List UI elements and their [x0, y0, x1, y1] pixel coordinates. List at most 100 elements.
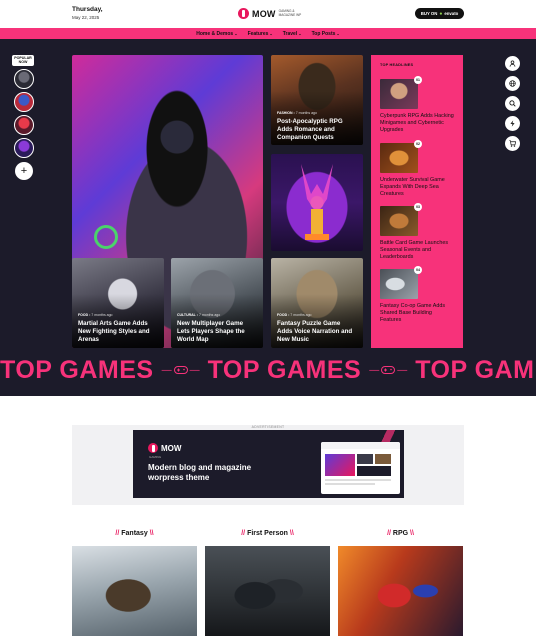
story-avatar[interactable] [14, 92, 34, 112]
top-header: Thursday, May 22, 2025 MOW GAMING & MAGA… [0, 0, 536, 28]
ad-logo-tagline: GAMING [149, 455, 162, 459]
article-card[interactable]: CULTURAL • 7 months ago New Multiplayer … [171, 258, 263, 348]
advertisement-section: ADVERTISEMENT MOW GAMING Modern blog and… [72, 425, 464, 505]
category-name: Fantasy [121, 530, 148, 537]
category-name: First Person [247, 530, 288, 537]
headline-item[interactable]: 02 Underwater Survival Game Expands With… [380, 140, 454, 197]
card-meta: FOOD • 7 months ago [78, 313, 113, 317]
hacker-emblem-icon [94, 225, 118, 249]
nav-label: Home & Demos [196, 30, 234, 37]
card-title[interactable]: Fantasy Puzzle Game Adds Voice Narration… [277, 320, 357, 343]
ad-banner[interactable]: MOW GAMING Modern blog and magazine worp… [133, 430, 404, 498]
card-time: 7 months ago [198, 313, 221, 317]
headline-title[interactable]: Battle Card Game Launches Seasonal Event… [380, 240, 454, 260]
nav-item-features[interactable]: Features ⌄ [248, 31, 273, 37]
slash-decor: \\ [410, 530, 414, 537]
nav-label: Features [247, 30, 269, 37]
card-category: FASHION [277, 111, 293, 115]
article-card[interactable]: FOOD • 7 months ago Martial Arts Game Ad… [72, 258, 164, 348]
headline-rank: 03 [414, 203, 422, 211]
category-image[interactable] [72, 546, 197, 636]
category-image[interactable] [338, 546, 463, 636]
marquee-text: TOP GAMES [0, 355, 154, 384]
nav-item-travel[interactable]: Travel ⌄ [283, 31, 302, 37]
advertisement-label: ADVERTISEMENT [251, 425, 285, 429]
category-rpg[interactable]: // RPG \\ [338, 530, 463, 636]
gamepad-icon: — — [369, 364, 408, 376]
popular-now-badge: POPULAR NOW [12, 55, 34, 66]
category-fantasy[interactable]: // Fantasy \\ [72, 530, 197, 636]
logo-icon [148, 443, 158, 453]
slash-decor: \\ [149, 530, 154, 537]
envato-leaf-icon: ● [439, 10, 443, 17]
card-title[interactable]: New Multiplayer Game Lets Players Shape … [177, 320, 257, 343]
bolt-icon[interactable] [505, 116, 520, 131]
category-title[interactable]: // First Person \\ [205, 530, 330, 537]
chevron-down-icon: ⌄ [336, 31, 340, 36]
headline-title[interactable]: Underwater Survival Game Expands With De… [380, 177, 454, 197]
headline-title[interactable]: Cyberpunk RPG Adds Hacking Minigames and… [380, 113, 454, 133]
slash-decor: // [115, 530, 120, 537]
logo-icon [238, 8, 249, 19]
story-avatar[interactable] [14, 138, 34, 158]
card-category: CULTURAL [177, 313, 196, 317]
date-label: May 22, 2025 [72, 14, 100, 20]
site-logo[interactable]: MOW GAMING & MAGAZINE WP [238, 8, 307, 19]
headline-rank: 02 [414, 140, 422, 148]
hero-section: POPULAR NOW + FASHION • 7 months ago Pos… [0, 39, 536, 396]
card-title[interactable]: Martial Arts Game Adds New Fighting Styl… [78, 320, 158, 343]
category-title[interactable]: // Fantasy \\ [72, 530, 197, 537]
marquee-text: TOP GAME [415, 355, 536, 384]
category-image[interactable] [205, 546, 330, 636]
article-card[interactable]: FASHION • 7 months ago Post-Apocalyptic … [271, 55, 363, 145]
headline-item[interactable]: 04 Fantasy Co-op Game Adds Shared Base B… [380, 266, 454, 323]
logo-text: MOW [252, 8, 276, 19]
headline-rank: 04 [414, 266, 422, 274]
logo-tagline: GAMING & MAGAZINE WP [278, 8, 302, 17]
date-block: Thursday, May 22, 2025 [72, 6, 103, 20]
featured-image-card[interactable] [271, 154, 363, 251]
card-time: 7 months ago [295, 111, 317, 115]
nav-item-top-posts[interactable]: Top Posts ⌄ [312, 31, 340, 37]
top-games-marquee: TOP GAMES — — TOP GAMES — — TOP GAME [0, 351, 536, 389]
user-icon[interactable] [505, 56, 520, 71]
buy-brand: envato [444, 11, 459, 16]
day-label: Thursday, [72, 6, 103, 13]
chevron-down-icon: ⌄ [298, 31, 302, 36]
card-meta: CULTURAL • 7 months ago [177, 313, 221, 317]
category-name: RPG [392, 530, 409, 537]
nav-label: Top Posts [311, 30, 336, 37]
ad-logo-text: MOW [161, 443, 182, 453]
add-story-button[interactable]: + [15, 162, 33, 180]
story-avatar[interactable] [14, 115, 34, 135]
card-time: 7 months ago [290, 313, 312, 317]
card-meta: FASHION • 7 months ago [277, 111, 317, 115]
nav-label: Travel [282, 30, 298, 37]
story-avatar[interactable] [14, 69, 34, 89]
quick-actions-rail [505, 56, 521, 156]
card-title[interactable]: Post-Apocalyptic RPG Adds Romance and Co… [277, 118, 357, 141]
headline-thumbnail: 04 [380, 266, 422, 299]
card-meta: FOOD • 7 months ago [277, 313, 312, 317]
category-first-person[interactable]: // First Person \\ [205, 530, 330, 636]
marquee-text: TOP GAMES [207, 355, 362, 384]
headline-item[interactable]: 03 Battle Card Game Launches Seasonal Ev… [380, 203, 454, 260]
robot-illustration [301, 164, 333, 240]
headline-thumbnail: 03 [380, 203, 422, 236]
theme-preview-screenshot [321, 442, 400, 494]
card-category: FOOD [277, 313, 288, 317]
headline-title[interactable]: Fantasy Co-op Game Adds Shared Base Buil… [380, 303, 454, 323]
headline-item[interactable]: 01 Cyberpunk RPG Adds Hacking Minigames … [380, 76, 454, 133]
search-icon[interactable] [505, 96, 520, 111]
main-nav: Home & Demos ⌄ Features ⌄ Travel ⌄ Top Post… [0, 28, 536, 39]
gamepad-icon: — — [161, 364, 200, 376]
buy-label: BUY ON [420, 11, 438, 16]
ad-logo: MOW [148, 443, 181, 453]
buy-on-envato-button[interactable]: BUY ON ● envato [415, 8, 464, 19]
chevron-down-icon: ⌄ [234, 31, 238, 36]
globe-icon[interactable] [505, 76, 520, 91]
article-card[interactable]: FOOD • 7 months ago Fantasy Puzzle Game … [271, 258, 363, 348]
cart-icon[interactable] [505, 136, 520, 151]
category-title[interactable]: // RPG \\ [338, 530, 463, 537]
nav-item-home-demos[interactable]: Home & Demos ⌄ [196, 31, 237, 37]
